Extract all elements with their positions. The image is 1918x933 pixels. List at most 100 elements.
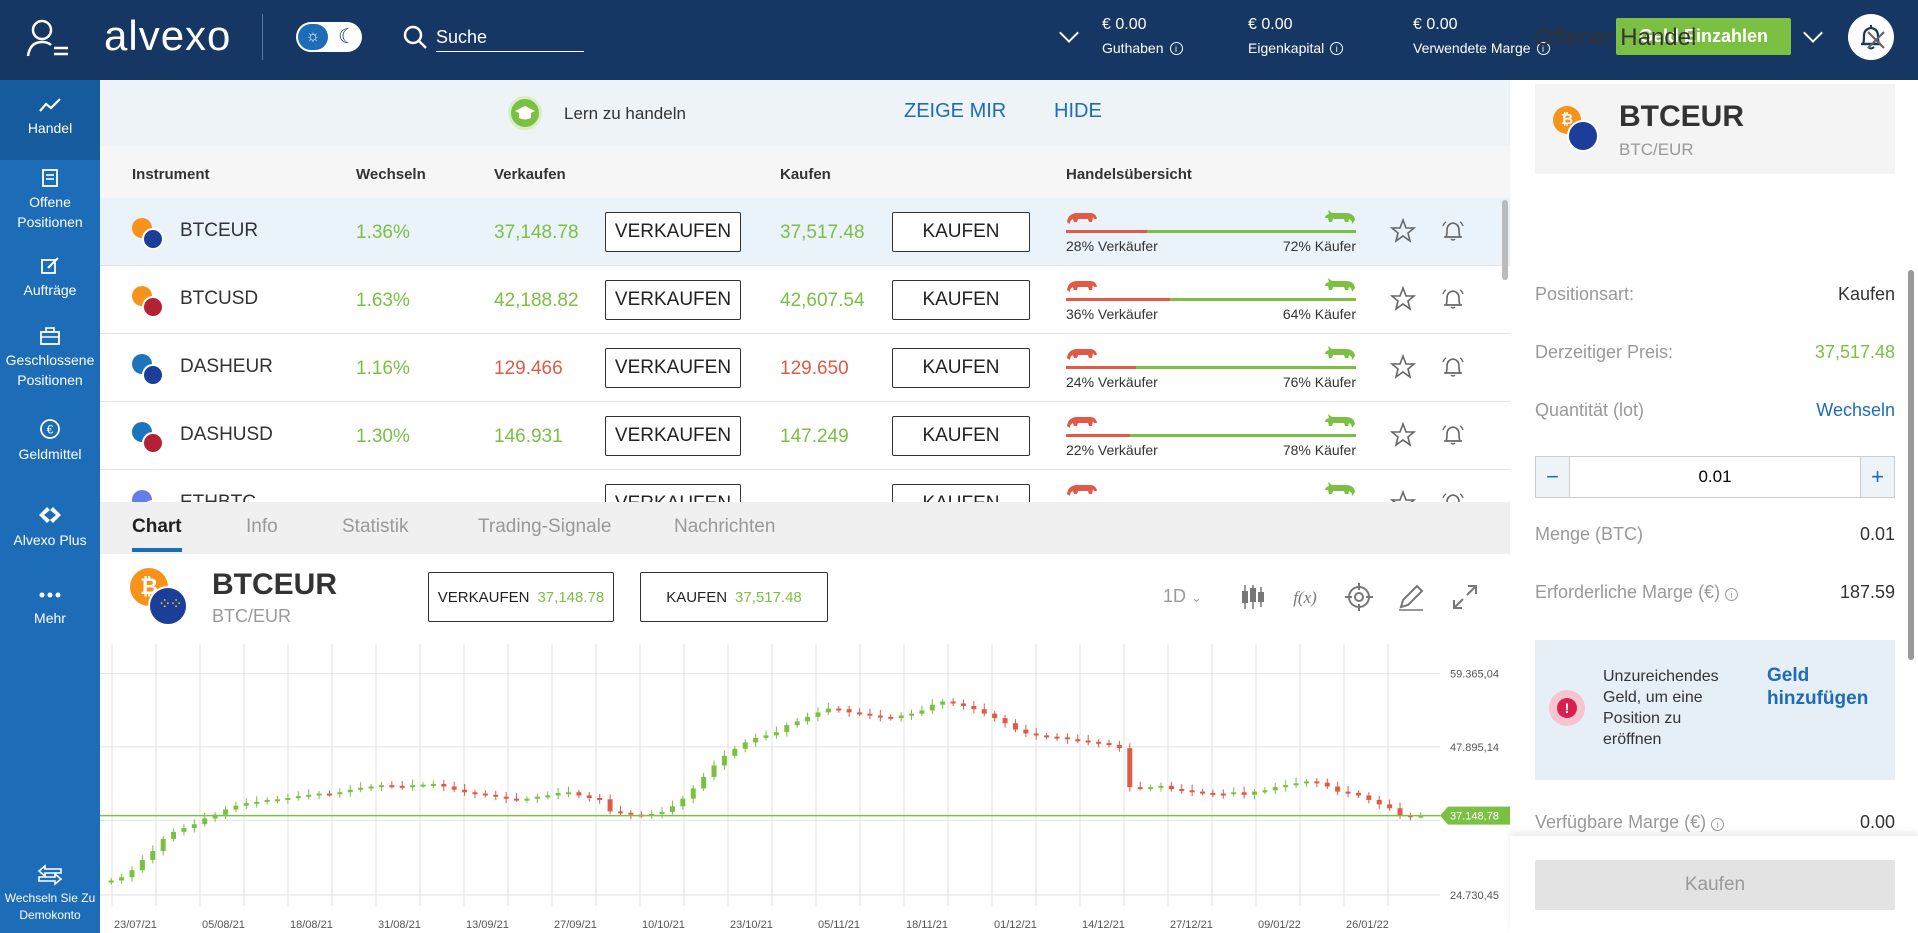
candle — [597, 798, 603, 801]
show-me-link[interactable]: ZEIGE MIR — [904, 100, 1006, 123]
candle — [139, 859, 145, 871]
available-label-text: Verfügbare Marge (€) — [1535, 812, 1707, 832]
sell-button[interactable]: VERKAUFEN — [605, 484, 741, 502]
fullscreen-icon[interactable] — [1450, 582, 1480, 612]
buy-submit-button[interactable]: Kaufen — [1535, 860, 1895, 910]
col-instrument[interactable]: Instrument — [132, 166, 210, 183]
search-icon[interactable] — [402, 24, 428, 50]
col-change[interactable]: Wechseln — [356, 166, 426, 183]
tab-trading-signale[interactable]: Trading-Signale — [478, 516, 611, 538]
info-icon[interactable]: i — [1711, 818, 1725, 831]
sell-button[interactable]: VERKAUFEN — [605, 212, 741, 252]
info-icon[interactable]: i — [1725, 588, 1739, 601]
position-type-value: Kaufen — [1837, 284, 1895, 304]
search-input[interactable] — [436, 24, 584, 52]
table-row[interactable]: BTCEUR 1.36% 37,148.78 VERKAUFEN 37,517.… — [100, 198, 1510, 266]
switch-demo-account[interactable]: Wechseln Sie Zu Demokonto — [0, 864, 100, 924]
candlestick-type-icon[interactable] — [1238, 582, 1268, 612]
sell-button[interactable]: VERKAUFEN — [605, 280, 741, 320]
candle — [815, 712, 821, 717]
candle — [940, 701, 946, 705]
sidebar-item-auftraege[interactable]: Aufträge — [0, 256, 100, 300]
sidebar-item-handel[interactable]: Handel — [0, 80, 100, 160]
sidebar-item-mehr[interactable]: Mehr — [0, 586, 100, 628]
sidebar-item-offene-positionen[interactable]: Offene Positionen — [0, 168, 100, 232]
used-margin-label: Verwendete Marge — [1413, 40, 1531, 56]
sentiment-bar: 28% Verkäufer 72% Käufer — [1066, 208, 1356, 258]
theme-toggle[interactable]: ☼ ☾ — [296, 22, 362, 52]
tab-info[interactable]: Info — [246, 516, 278, 538]
info-icon[interactable]: i — [1330, 41, 1344, 55]
chevron-down-icon[interactable] — [1059, 23, 1079, 43]
candle — [274, 799, 280, 802]
bull-icon — [1325, 482, 1355, 496]
table-row[interactable]: BTCUSD 1.63% 42,188.82 VERKAUFEN 42,607.… — [100, 266, 1510, 334]
close-icon[interactable] — [1864, 28, 1888, 52]
crosshair-icon[interactable] — [1344, 582, 1374, 612]
sidebar-item-label: Aufträge — [23, 282, 77, 298]
table-row[interactable]: DASHEUR 1.16% 129.466 VERKAUFEN 129.650 … — [100, 334, 1510, 402]
indicators-icon[interactable]: f(x) — [1290, 582, 1320, 612]
buy-button[interactable]: KAUFEN — [892, 212, 1030, 252]
sidebar-item-alvexo-plus[interactable]: Alvexo Plus — [0, 504, 100, 550]
decrement-button[interactable]: − — [1536, 457, 1570, 497]
candle — [929, 704, 935, 711]
quantity-input[interactable] — [1570, 457, 1860, 497]
candle — [378, 785, 384, 788]
scrollbar[interactable] — [1502, 200, 1508, 280]
star-icon[interactable] — [1390, 490, 1416, 502]
tab-chart[interactable]: Chart — [132, 516, 182, 552]
increment-button[interactable]: + — [1860, 457, 1894, 497]
buy-button[interactable]: KAUFEN — [892, 484, 1030, 502]
alert-bell-icon[interactable] — [1440, 286, 1466, 312]
alert-bell-icon[interactable] — [1440, 490, 1466, 502]
sidebar-item-geschlossene-positionen[interactable]: Geschlossene Positionen — [0, 326, 100, 390]
sell-price: 42,188.82 — [494, 290, 579, 311]
bear-icon — [1067, 349, 1097, 360]
table-row[interactable]: DASHUSD 1.30% 146.931 VERKAUFEN 147.249 … — [100, 402, 1510, 470]
candle — [1262, 790, 1268, 793]
price-chart[interactable]: 59.365,04 47.895,14 24.730,45 37.148,78 23/0… — [100, 644, 1510, 933]
btceur-icon — [132, 218, 164, 250]
candle — [1033, 733, 1039, 736]
alert-bell-icon[interactable] — [1440, 218, 1466, 244]
switch-arrows-icon — [37, 864, 63, 886]
sell-button[interactable]: VERKAUFEN — [605, 348, 741, 388]
panel-scrollbar[interactable] — [1908, 270, 1914, 660]
candle — [888, 716, 894, 719]
interval-select[interactable]: 1D ⌄ — [1163, 586, 1202, 607]
sun-icon: ☼ — [298, 24, 328, 50]
col-sell[interactable]: Verkaufen — [494, 166, 566, 183]
star-icon[interactable] — [1390, 354, 1416, 380]
position-type-label: Positionsart: — [1535, 284, 1635, 304]
star-icon[interactable] — [1390, 218, 1416, 244]
buy-button[interactable]: KAUFEN — [892, 416, 1030, 456]
pencil-icon[interactable] — [1396, 582, 1426, 612]
col-overview[interactable]: Handelsübersicht — [1066, 166, 1192, 183]
buy-button[interactable]: KAUFEN — [892, 348, 1030, 388]
sell-button[interactable]: VERKAUFEN — [605, 416, 741, 456]
user-menu-icon[interactable] — [26, 18, 70, 58]
alert-bell-icon[interactable] — [1440, 354, 1466, 380]
tab-nachrichten[interactable]: Nachrichten — [674, 516, 775, 538]
star-icon[interactable] — [1390, 286, 1416, 312]
chart-buy-button[interactable]: KAUFEN 37,517.48 — [640, 572, 828, 622]
candle — [181, 828, 187, 832]
alert-bell-icon[interactable] — [1440, 422, 1466, 448]
chart-sell-button[interactable]: VERKAUFEN 37,148.78 — [428, 572, 614, 622]
hide-link[interactable]: HIDE — [1054, 100, 1102, 123]
buy-button[interactable]: KAUFEN — [892, 280, 1030, 320]
equity-value: € 0.00 — [1248, 16, 1293, 33]
tab-statistik[interactable]: Statistik — [342, 516, 409, 538]
star-icon[interactable] — [1390, 422, 1416, 448]
candle — [1085, 740, 1091, 743]
candle — [1272, 787, 1278, 791]
alvexo-logo[interactable]: alvexo — [104, 12, 231, 60]
info-icon[interactable]: i — [1169, 41, 1183, 55]
col-buy[interactable]: Kaufen — [780, 166, 831, 183]
chevron-down-icon[interactable] — [1803, 23, 1823, 43]
quantity-switch-link[interactable]: Wechseln — [1816, 400, 1895, 421]
table-row[interactable]: ETHBTC VERKAUFEN KAUFEN — [100, 470, 1510, 502]
sidebar-item-geldmittel[interactable]: € Geldmittel — [0, 418, 100, 464]
add-funds-link[interactable]: Geld hinzufügen — [1767, 664, 1887, 710]
